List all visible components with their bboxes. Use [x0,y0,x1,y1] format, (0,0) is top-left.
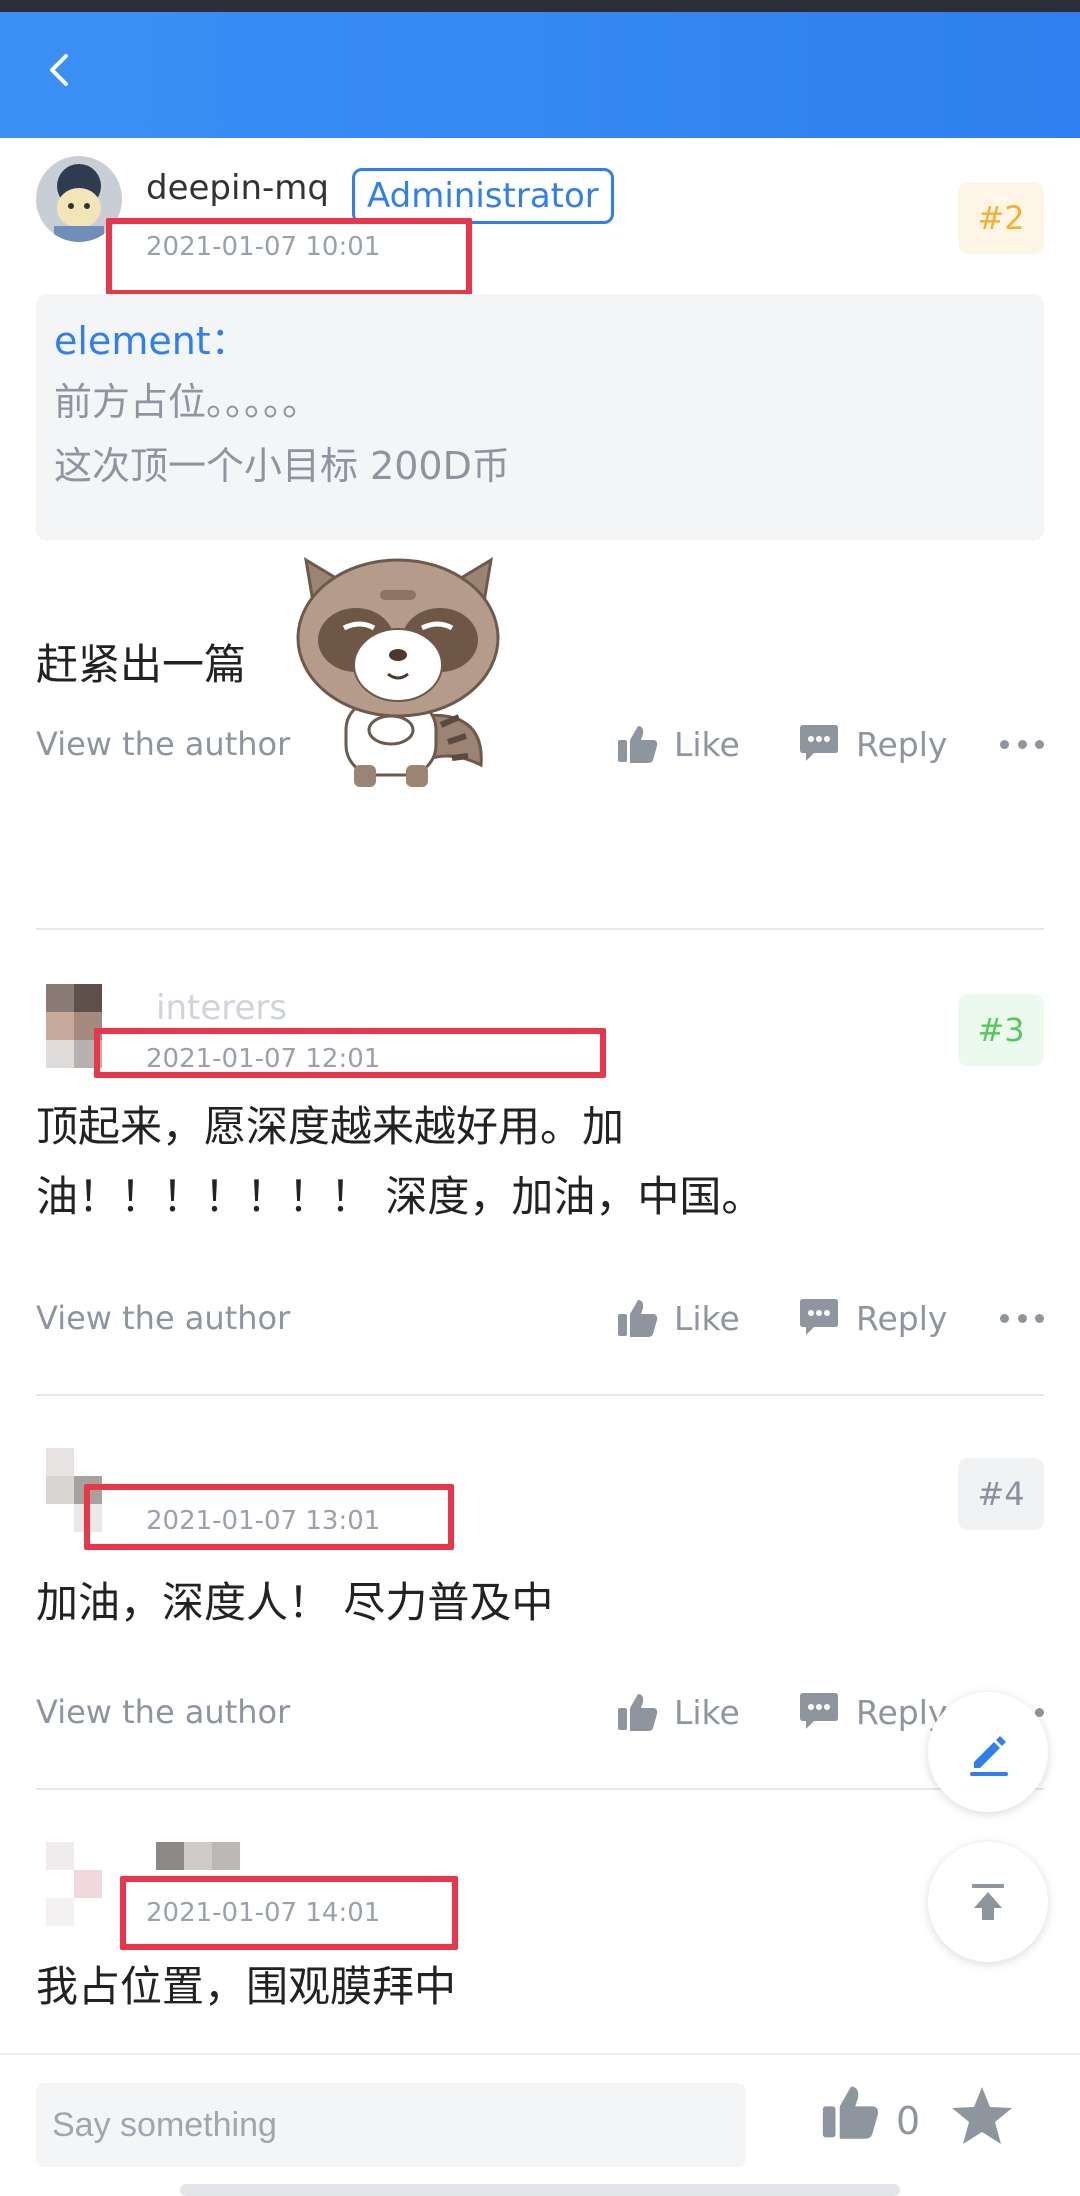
reply-line: 顶起来，愿深度越来越好用。加 [36,1102,625,1151]
reply-content: 赶紧出一篇 [36,640,247,689]
view-author-link[interactable]: View the author [36,714,290,774]
status-bar [0,0,1080,12]
reply-button[interactable]: Reply [796,714,947,774]
back-to-top-button[interactable] [928,1842,1048,1962]
comment-icon [800,1299,838,1335]
top-app-bar [0,12,1080,138]
highlight-box [106,218,472,296]
role-badge: Administrator [352,168,614,224]
divider [36,928,1044,930]
bottom-comment-bar: 0 [0,2053,1080,2196]
reply-content: 我占位置，围观膜拜中 [36,1962,457,2011]
reply-label: Reply [856,724,948,764]
more-options-icon[interactable] [1000,740,1044,750]
chevron-left-icon [50,54,68,86]
thumbs-up-icon [618,1694,658,1731]
floor-badge: #2 [958,182,1044,254]
reply-actions: View the author Like Reply [36,1288,1044,1348]
floor-badge: #3 [958,994,1044,1066]
floor-badge: #4 [958,1458,1044,1530]
like-label: Like [674,1298,740,1338]
write-reply-button[interactable] [928,1692,1048,1812]
reply-label: Reply [856,1298,948,1338]
view-author-link[interactable]: View the author [36,1682,290,1742]
like-button[interactable]: Like [616,1288,740,1348]
author-name[interactable]: deepin-mq [146,168,329,208]
favorite-button[interactable] [950,2085,1014,2151]
comment-input[interactable] [36,2083,746,2167]
thumbs-up-icon [822,2086,879,2139]
post-like-button[interactable]: 0 [820,2081,920,2143]
quoted-text: 前方占位。。。。。 [54,380,321,424]
thumbs-up-icon [618,726,658,763]
like-button[interactable]: Like [616,1682,740,1742]
comment-icon [800,1693,838,1729]
quoted-text: 这次顶一个小目标 200D币 [54,444,510,488]
like-label: Like [674,1692,740,1732]
more-options-icon[interactable] [1000,1314,1044,1324]
reply-item: 2021-01-07 14:01 我占位置，围观膜拜中 [36,1842,1044,2053]
star-icon [952,2087,1012,2144]
thumbs-up-icon [618,1300,658,1337]
comment-icon [800,725,838,761]
back-to-top-icon [972,1884,1004,1920]
reply-item: interers 2021-01-07 12:01 #3 顶起来，愿深度越来越好… [36,984,1044,1424]
reply-content: 顶起来，愿深度越来越好用。加 油！！！！！！！ 深度，加油，中国。 [36,1092,763,1232]
reply-button[interactable]: Reply [796,1288,947,1348]
quoted-user[interactable]: element： [54,312,1026,370]
reply-line: 油！！！！！！！ 深度，加油，中国。 [36,1172,764,1221]
highlight-box [84,1484,454,1550]
reply-feed[interactable]: deepin-mq Administrator 2021-01-07 10:01… [0,138,1080,2053]
highlight-box [94,1028,606,1078]
home-indicator [180,2184,900,2196]
reply-actions: View the author Like Reply [36,714,1044,774]
reply-item: 2021-01-07 13:01 #4 加油，深度人！ 尽力普及中 View t… [36,1448,1044,1818]
reply-item: deepin-mq Administrator 2021-01-07 10:01… [36,156,1044,936]
view-author-link[interactable]: View the author [36,1288,290,1348]
like-button[interactable]: Like [616,714,740,774]
author-name[interactable]: interers [156,988,287,1028]
pencil-icon [970,1736,1008,1776]
divider [36,1788,1044,1790]
reply-button[interactable]: Reply [796,1682,947,1742]
divider [36,1394,1044,1396]
like-label: Like [674,724,740,764]
back-button[interactable] [30,40,90,100]
quoted-reply: element： 前方占位。。。。。 这次顶一个小目标 200D币 [36,294,1044,540]
reply-content: 加油，深度人！ 尽力普及中 [36,1578,554,1627]
like-count: 0 [896,2099,921,2143]
highlight-box [120,1876,458,1950]
reply-actions: View the author Like Reply [36,1682,1044,1742]
